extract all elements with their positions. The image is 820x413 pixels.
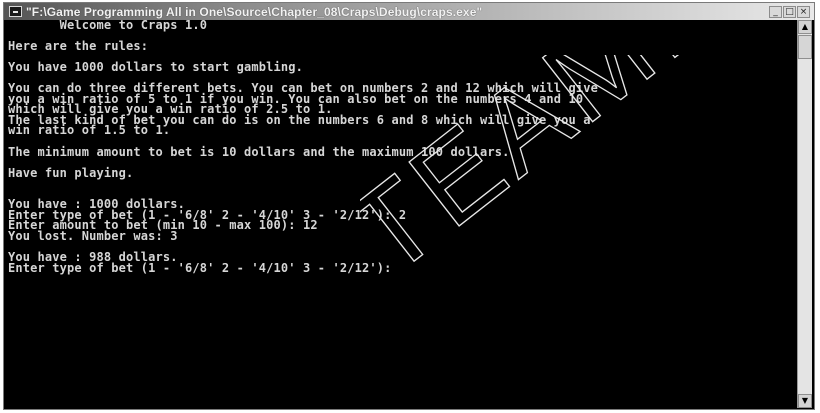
close-button[interactable]: × [797,5,810,18]
minimize-button[interactable]: _ [769,5,782,18]
scroll-down-button[interactable]: ▼ [798,394,812,408]
console-line: Have fun playing. [8,165,134,180]
console-line: The minimum amount to bet is 10 dollars … [8,144,510,159]
console-window: "F:\Game Programming All in One\Source\C… [3,2,815,410]
scroll-thumb[interactable] [798,35,812,59]
window-controls: _ □ × [769,5,810,18]
console-output[interactable]: Welcome to Craps 1.0 Here are the rules: Y… [8,20,794,406]
console-line: Here are the rules: [8,39,149,54]
console-line: win ratio of 1.5 to 1. [8,123,171,138]
scroll-up-button[interactable]: ▲ [798,20,812,34]
console-line: You have 1000 dollars to start gambling. [8,60,303,75]
title-bar[interactable]: "F:\Game Programming All in One\Source\C… [4,3,814,20]
console-line: Enter type of bet (1 - '6/8' 2 - '4/10' … [8,260,392,275]
console-line: Welcome to Craps 1.0 [8,20,208,32]
window-title: "F:\Game Programming All in One\Source\C… [26,4,483,19]
vertical-scrollbar[interactable]: ▲ ▼ [797,20,812,408]
console-line: You lost. Number was: 3 [8,228,178,243]
console-app-icon[interactable] [9,6,22,17]
maximize-button[interactable]: □ [783,5,796,18]
